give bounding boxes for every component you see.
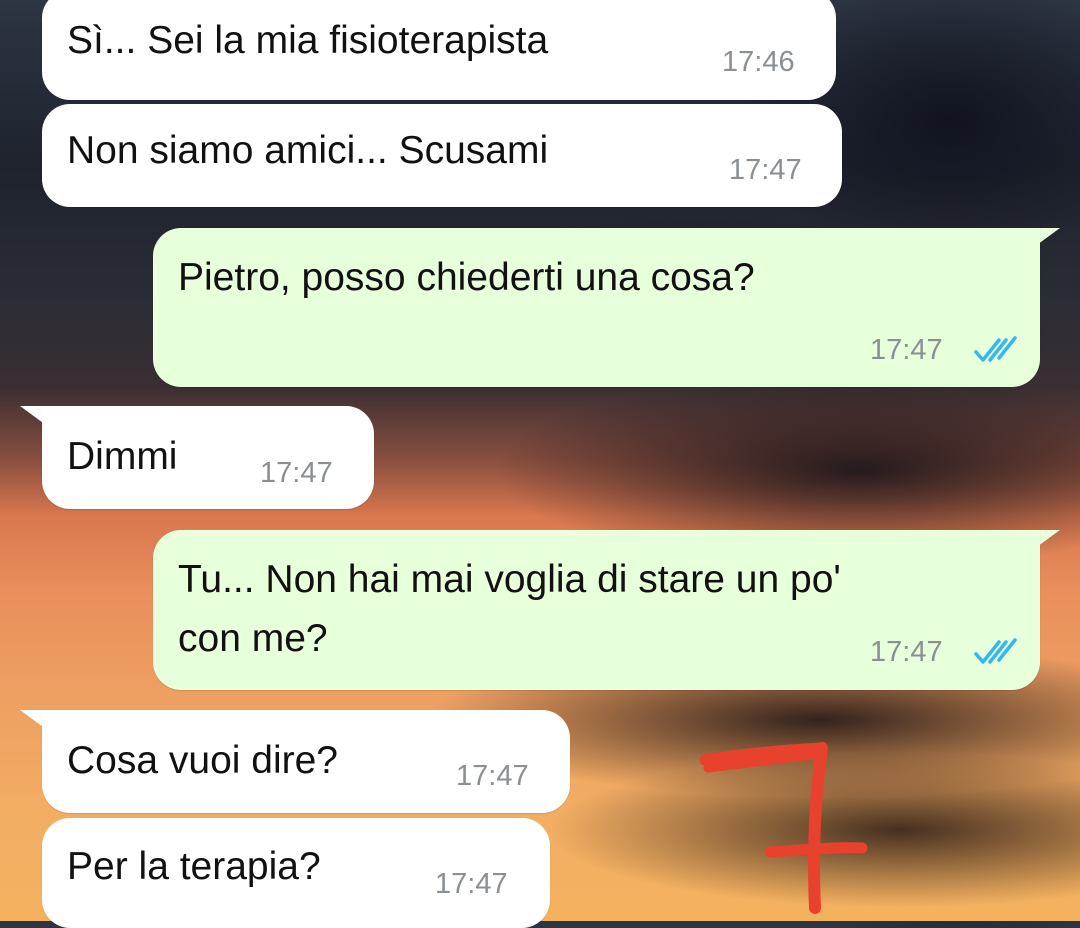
message-text: Non siamo amici... Scusami — [67, 129, 549, 172]
message-text: Sì... Sei la mia fisioterapista — [67, 19, 549, 62]
message-timestamp: 17:47 — [456, 760, 529, 792]
message-bubble-outgoing[interactable]: Tu... Non hai mai voglia di stare un po'… — [153, 530, 1040, 690]
message-timestamp: 17:47 — [260, 457, 333, 489]
message-bubble-incoming[interactable]: Per la terapia? 17:47 — [42, 818, 550, 928]
message-bubble-incoming[interactable]: Non siamo amici... Scusami 17:47 — [42, 104, 842, 207]
message-bubble-incoming[interactable]: Sì... Sei la mia fisioterapista 17:46 — [42, 0, 836, 100]
message-timestamp: 17:46 — [722, 46, 795, 78]
handwritten-annotation — [699, 742, 868, 914]
double-check-icon — [974, 638, 1017, 664]
message-timestamp: 17:47 — [729, 154, 802, 186]
message-timestamp: 17:47 — [870, 636, 943, 668]
message-text: Dimmi — [67, 435, 178, 478]
message-timestamp: 17:47 — [870, 334, 943, 366]
message-text-line: Tu... Non hai mai voglia di stare un po' — [178, 558, 841, 601]
message-text: Pietro, posso chiederti una cosa? — [178, 256, 755, 299]
message-text: Per la terapia? — [67, 845, 321, 888]
message-bubble-outgoing[interactable]: Pietro, posso chiederti una cosa? 17:47 — [153, 228, 1040, 387]
message-bubble-incoming[interactable]: Dimmi 17:47 — [42, 406, 374, 509]
message-text-line: con me? — [178, 617, 328, 660]
message-bubble-incoming[interactable]: Cosa vuoi dire? 17:47 — [42, 710, 570, 813]
double-check-icon — [974, 336, 1017, 362]
message-text: Cosa vuoi dire? — [67, 739, 338, 782]
message-timestamp: 17:47 — [435, 868, 508, 900]
